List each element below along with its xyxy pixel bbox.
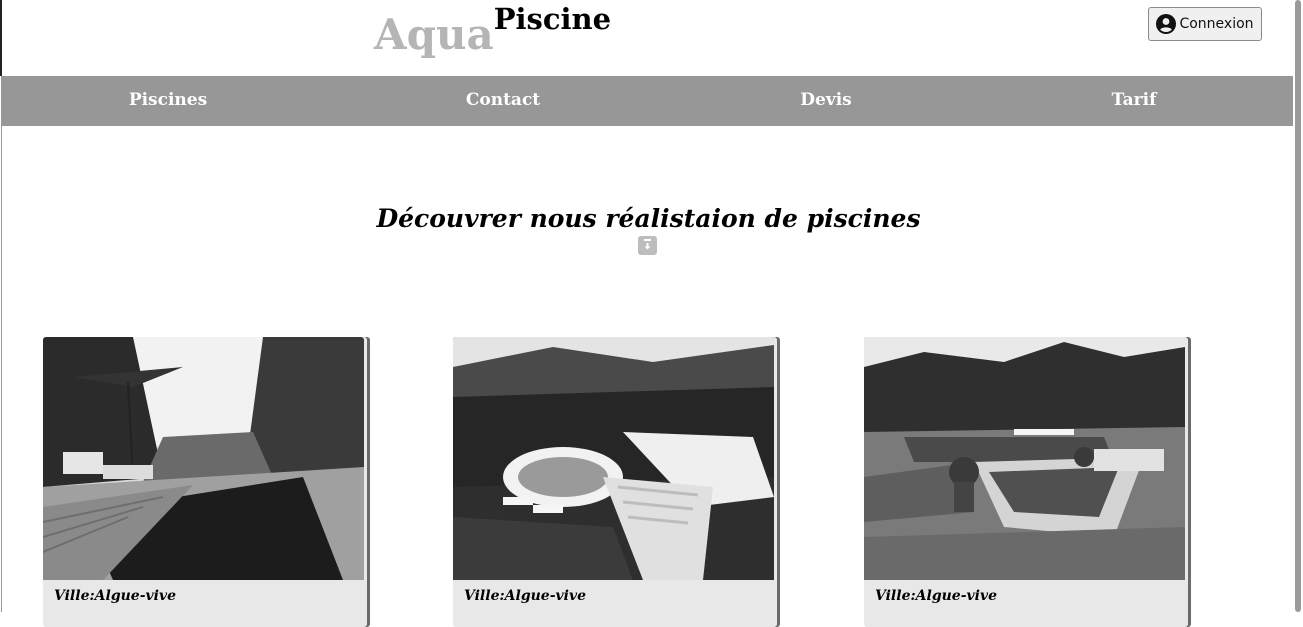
- page-edge-lower: [1, 76, 2, 612]
- scrollbar-thumb[interactable]: [1295, 0, 1301, 612]
- user-circle-icon: [1156, 14, 1177, 34]
- login-button[interactable]: Connexion: [1148, 7, 1262, 41]
- pool-card[interactable]: Ville:Algue-vive: [864, 337, 1188, 627]
- curved-villa-pool-photo: [453, 337, 774, 580]
- site-logo[interactable]: AquaPiscine: [374, 2, 611, 59]
- vertical-scrollbar[interactable]: [1293, 0, 1303, 612]
- wooden-deck-pool-photo: [43, 337, 364, 580]
- page-title: Découvrer nous réalistaion de piscines: [376, 204, 921, 233]
- nav-item-piscines[interactable]: Piscines: [129, 76, 207, 126]
- nav-item-contact[interactable]: Contact: [466, 76, 540, 126]
- pool-card[interactable]: Ville:Algue-vive: [453, 337, 777, 627]
- logo-aqua-text: Aqua: [374, 10, 494, 59]
- login-button-label: Connexion: [1179, 16, 1254, 32]
- page-edge: [0, 0, 2, 76]
- main-nav: Piscines Contact Devis Tarif: [2, 76, 1293, 126]
- card-caption: Ville:Algue-vive: [875, 588, 998, 604]
- nav-item-tarif[interactable]: Tarif: [1112, 76, 1157, 126]
- card-caption: Ville:Algue-vive: [54, 588, 177, 604]
- card-caption: Ville:Algue-vive: [464, 588, 587, 604]
- download-icon[interactable]: [638, 236, 657, 255]
- infinity-pool-terrace-photo: [864, 337, 1185, 580]
- logo-piscine-text: Piscine: [493, 2, 612, 36]
- pool-card[interactable]: Ville:Algue-vive: [43, 337, 367, 627]
- nav-item-devis[interactable]: Devis: [800, 76, 851, 126]
